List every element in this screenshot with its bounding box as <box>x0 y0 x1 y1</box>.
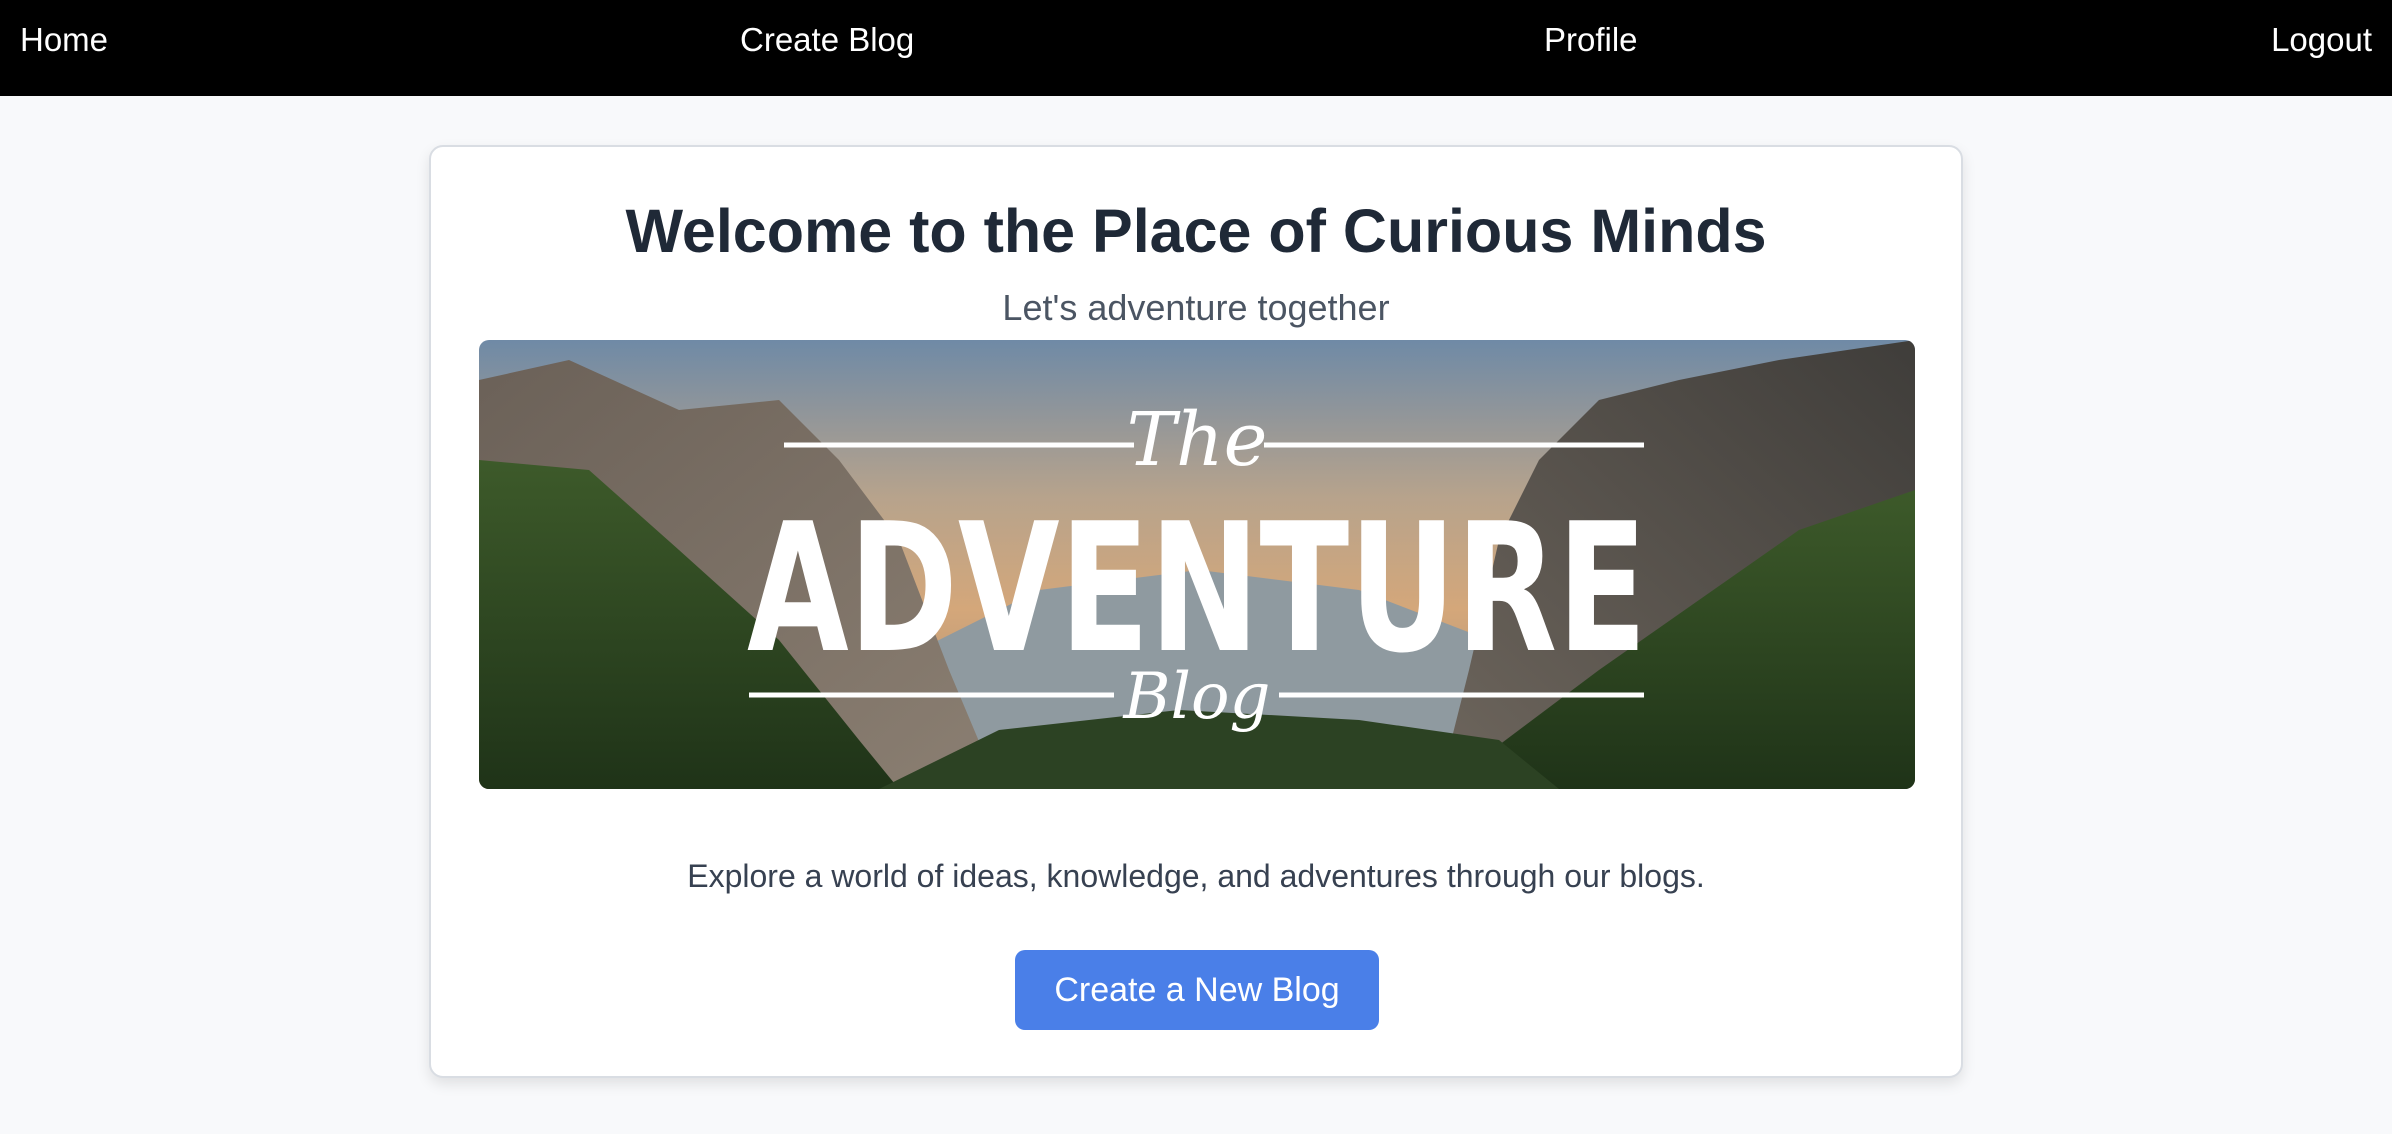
navbar: Home Create Blog Profile Logout <box>0 0 2392 96</box>
welcome-card: Welcome to the Place of Curious Minds Le… <box>429 145 1963 1078</box>
create-new-blog-button[interactable]: Create a New Blog <box>1015 950 1379 1030</box>
nav-link-profile[interactable]: Profile <box>1544 18 1638 62</box>
nav-link-logout[interactable]: Logout <box>2271 18 2372 62</box>
banner-text-blog: Blog <box>1123 660 1271 734</box>
page-subtitle: Let's adventure together <box>1002 287 1390 328</box>
nav-link-create-blog[interactable]: Create Blog <box>740 18 914 62</box>
hero-image: The ADVENTURE Blog <box>479 340 1915 789</box>
banner-text-the: The <box>1127 397 1268 483</box>
adventure-blog-banner: The ADVENTURE Blog <box>479 340 1915 789</box>
nav-link-home[interactable]: Home <box>20 18 108 62</box>
intro-description: Explore a world of ideas, knowledge, and… <box>687 858 1705 894</box>
page-title: Welcome to the Place of Curious Minds <box>625 197 1767 265</box>
